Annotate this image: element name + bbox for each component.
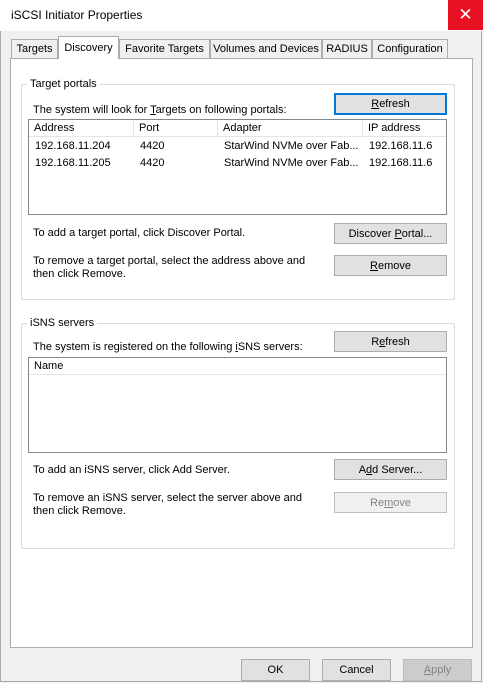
isns-servers-list[interactable]: Name xyxy=(28,357,447,453)
discover-portal-label: Discover Portal... xyxy=(348,227,433,240)
close-icon: ✕ xyxy=(458,5,473,24)
target-portals-refresh-button[interactable]: Refresh xyxy=(334,93,447,115)
discover-portal-button[interactable]: Discover Portal... xyxy=(334,223,447,244)
tab-configuration[interactable]: Configuration xyxy=(372,39,448,58)
tab-favorite-targets[interactable]: Favorite Targets xyxy=(119,39,210,58)
ok-label: OK xyxy=(267,664,284,676)
isns-refresh-button[interactable]: Refresh xyxy=(334,331,447,352)
refresh-label: Refresh xyxy=(371,98,410,110)
remove-portal-hint-line1: To remove a target portal, select the ad… xyxy=(33,255,306,267)
add-server-label: Add Server... xyxy=(358,463,423,476)
close-button[interactable]: ✕ xyxy=(448,0,483,30)
target-portals-intro: The system will look for Targets on foll… xyxy=(33,104,287,116)
isns-refresh-label: Refresh xyxy=(371,335,410,348)
remove-portal-label: Remove xyxy=(370,259,411,272)
column-header-name[interactable]: Name xyxy=(29,358,446,374)
target-portals-list[interactable]: Address Port Adapter IP address 192.168.… xyxy=(28,119,447,215)
table-row[interactable]: 192.168.11.204 4420 StarWind NVMe over F… xyxy=(29,138,446,155)
tab-radius[interactable]: RADIUS xyxy=(322,39,372,58)
column-header-address[interactable]: Address xyxy=(29,120,134,136)
apply-button[interactable]: Apply xyxy=(403,659,472,681)
cell-ip-address: 192.168.11.6 xyxy=(369,140,433,152)
cell-port: 4420 xyxy=(140,140,165,152)
cell-port: 4420 xyxy=(140,157,165,169)
tab-radius-label: RADIUS xyxy=(326,43,368,55)
tab-targets-label: Targets xyxy=(16,43,53,55)
column-header-ip-address[interactable]: IP address xyxy=(363,120,446,136)
tab-volumes-and-devices[interactable]: Volumes and Devices xyxy=(210,39,322,58)
cell-adapter: StarWind NVMe over Fab... xyxy=(224,140,359,152)
cell-address: 192.168.11.204 xyxy=(35,140,111,152)
tab-discovery-label: Discovery xyxy=(64,42,113,54)
cell-ip-address: 192.168.11.6 xyxy=(369,157,433,169)
tab-targets[interactable]: Targets xyxy=(11,39,58,58)
tab-configuration-label: Configuration xyxy=(377,43,443,55)
column-header-port[interactable]: Port xyxy=(134,120,218,136)
discover-portal-hint: To add a target portal, click Discover P… xyxy=(33,227,246,239)
add-server-hint: To add an iSNS server, click Add Server. xyxy=(33,464,230,476)
add-server-button[interactable]: Add Server... xyxy=(334,459,447,480)
tab-favorite-targets-label: Favorite Targets xyxy=(125,43,204,55)
cell-adapter: StarWind NVMe over Fab... xyxy=(224,157,359,169)
ok-button[interactable]: OK xyxy=(241,659,310,681)
isns-intro: The system is registered on the followin… xyxy=(33,341,303,353)
table-row[interactable]: 192.168.11.205 4420 StarWind NVMe over F… xyxy=(29,155,446,172)
target-portals-title: Target portals xyxy=(27,78,100,90)
remove-server-hint-line2: then click Remove. xyxy=(33,505,126,517)
target-portals-list-header: Address Port Adapter IP address xyxy=(29,120,446,137)
apply-label: Apply xyxy=(423,664,452,676)
remove-server-button[interactable]: Remove xyxy=(334,492,447,513)
remove-server-hint-line1: To remove an iSNS server, select the ser… xyxy=(33,492,303,504)
column-header-adapter[interactable]: Adapter xyxy=(218,120,363,136)
tab-volumes-label: Volumes and Devices xyxy=(213,43,319,55)
isns-list-header: Name xyxy=(29,358,446,375)
tab-discovery[interactable]: Discovery xyxy=(58,36,119,59)
isns-servers-title: iSNS servers xyxy=(27,317,98,329)
remove-server-label: Remove xyxy=(370,496,411,509)
cancel-label: Cancel xyxy=(339,664,374,676)
remove-portal-hint-line2: then click Remove. xyxy=(33,268,126,280)
remove-portal-button[interactable]: Remove xyxy=(334,255,447,276)
cancel-button[interactable]: Cancel xyxy=(322,659,391,681)
window-title: iSCSI Initiator Properties xyxy=(11,8,143,22)
cell-address: 192.168.11.205 xyxy=(35,157,111,169)
